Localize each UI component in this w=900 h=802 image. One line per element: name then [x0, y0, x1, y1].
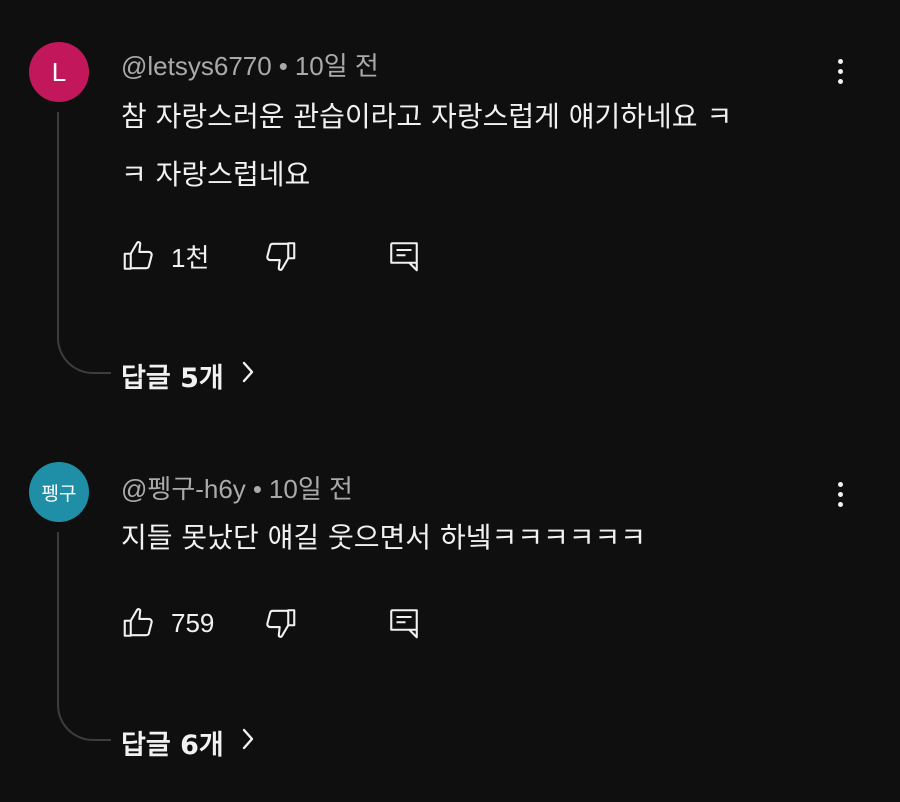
comment-text: 지들 못났단 얘길 웃으면서 하넼ㅋㅋㅋㅋㅋㅋ	[121, 521, 647, 554]
like-count: 1천	[171, 242, 210, 273]
comment-time: 10일 전	[268, 474, 353, 504]
comment-1: L @letsys6770 • 10일 전 참 자랑스러운 관습이라고 자랑스럽게 …	[0, 0, 900, 410]
comment-time: 10일 전	[294, 51, 379, 81]
chevron-right-icon	[240, 359, 256, 392]
thread-line	[57, 532, 111, 741]
more-vert-dot	[837, 78, 843, 84]
meta-separator: •	[278, 51, 288, 81]
dislike-button[interactable]	[262, 603, 298, 643]
more-vert-dot	[837, 501, 843, 507]
thumbs-down-icon	[262, 238, 298, 274]
view-replies-button[interactable]: 답글 6개	[121, 723, 256, 762]
comment-meta: @letsys6770 • 10일 전	[121, 46, 379, 83]
thumbs-down-icon	[262, 605, 298, 641]
more-vert-icon	[837, 58, 843, 64]
more-options-button[interactable]	[824, 51, 856, 91]
replies-label: 답글 6개	[121, 730, 224, 761]
like-button[interactable]: 1천	[121, 236, 209, 276]
thumbs-up-icon	[121, 605, 157, 641]
replies-label: 답글 5개	[121, 363, 224, 394]
thread-line	[57, 112, 111, 374]
reply-button[interactable]	[386, 236, 422, 276]
avatar-initial: 펭구	[41, 482, 77, 505]
dislike-button[interactable]	[262, 236, 298, 276]
reply-button[interactable]	[386, 603, 422, 643]
comment-author[interactable]: @letsys6770	[121, 51, 272, 81]
more-vert-dot	[837, 68, 843, 74]
avatar[interactable]: L	[29, 42, 89, 102]
reply-comment-icon	[386, 238, 422, 274]
avatar[interactable]: 펭구	[29, 462, 89, 522]
chevron-right-icon	[240, 726, 256, 759]
thumbs-up-icon	[121, 238, 157, 274]
avatar-initial: L	[51, 56, 67, 87]
reply-comment-icon	[386, 605, 422, 641]
like-button[interactable]: 759	[121, 603, 214, 643]
more-options-button[interactable]	[824, 474, 856, 514]
more-vert-dot	[837, 491, 843, 497]
comment-author[interactable]: @펭구-h6y	[121, 474, 246, 504]
more-vert-icon	[837, 481, 843, 487]
comment-2: 펭구 @펭구-h6y • 10일 전 지들 못났단 얘길 웃으면서 하넼ㅋㅋㅋㅋㅋㅋ…	[0, 410, 900, 802]
comment-meta: @펭구-h6y • 10일 전	[121, 469, 353, 506]
view-replies-button[interactable]: 답글 5개	[121, 356, 256, 395]
like-count: 759	[171, 607, 215, 638]
comment-text: 참 자랑스러운 관습이라고 자랑스럽게 얘기하네요 ㅋ ㅋ 자랑스럽네요	[121, 100, 733, 191]
meta-separator: •	[252, 474, 262, 504]
